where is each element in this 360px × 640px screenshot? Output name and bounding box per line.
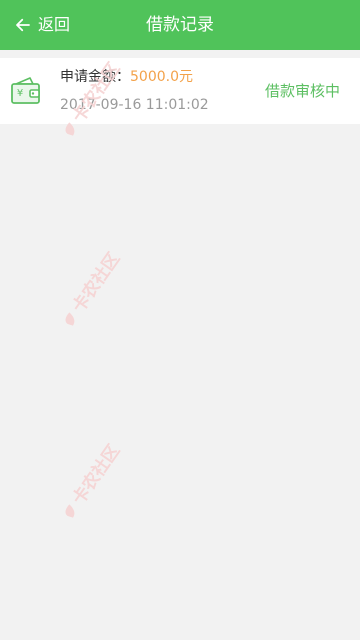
arrow-left-icon bbox=[16, 18, 30, 32]
leaf-logo-icon bbox=[65, 312, 75, 326]
watermark: 卡农社区 bbox=[56, 248, 127, 333]
back-button[interactable]: 返回 bbox=[14, 0, 70, 50]
loan-record-item[interactable]: ¥ 申请金额：5000.0元 2017-09-16 11:01:02 借款审核中 bbox=[0, 58, 360, 124]
amount-value: 5000.0元 bbox=[130, 69, 193, 85]
back-label: 返回 bbox=[38, 15, 71, 34]
application-date: 2017-09-16 11:01:02 bbox=[60, 97, 209, 113]
amount-line: 申请金额：5000.0元 bbox=[60, 66, 193, 88]
watermark: 卡农社区 bbox=[56, 440, 127, 525]
status-text: 借款审核中 bbox=[264, 82, 340, 100]
watermark-text: 卡农社区 bbox=[68, 441, 125, 509]
wallet-icon: ¥ bbox=[11, 77, 40, 104]
header-bar: 返回 借款记录 bbox=[0, 0, 360, 50]
leaf-logo-icon bbox=[65, 504, 75, 518]
amount-label: 申请金额： bbox=[60, 69, 130, 85]
app-screen: 返回 借款记录 ¥ 申请金额：5000.0元 2017-09-16 11:01:… bbox=[0, 0, 360, 640]
svg-text:¥: ¥ bbox=[17, 88, 23, 99]
watermark-text: 卡农社区 bbox=[68, 249, 125, 317]
